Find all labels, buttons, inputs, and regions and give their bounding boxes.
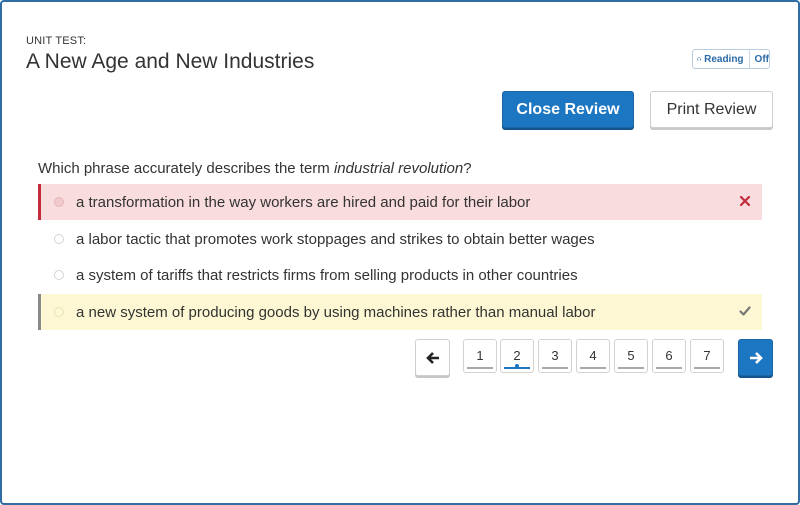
question-term: industrial revolution	[333, 160, 464, 177]
page-button-6[interactable]: 6	[652, 339, 686, 373]
answer-option-1[interactable]: a transformation in the way workers are …	[38, 184, 762, 220]
page-button-2[interactable]: 2	[500, 339, 534, 373]
answer-text: a transformation in the way workers are …	[76, 193, 531, 211]
test-review-panel: UNIT TEST: A New Age and New Industries …	[0, 0, 800, 505]
reading-label: Reading	[704, 53, 744, 65]
previous-question-button[interactable]	[415, 339, 450, 376]
unit-label: UNIT TEST:	[26, 35, 87, 47]
page-number: 3	[551, 347, 559, 363]
page-number: 7	[703, 347, 711, 363]
page-title: A New Age and New Industries	[26, 50, 315, 73]
close-review-button[interactable]: Close Review	[502, 91, 634, 128]
incorrect-x-icon	[739, 195, 751, 207]
correct-check-icon	[739, 306, 751, 316]
answer-option-2[interactable]: a labor tactic that promotes work stoppa…	[38, 221, 762, 257]
page-button-4[interactable]: 4	[576, 339, 610, 373]
radio-button[interactable]	[54, 307, 64, 317]
question-prefix: Which phrase accurately describes the te…	[38, 160, 334, 177]
arrow-left-icon	[425, 351, 439, 364]
radio-button[interactable]	[54, 234, 64, 244]
answer-text: a new system of producing goods by using…	[76, 303, 596, 321]
radio-button[interactable]	[54, 197, 64, 207]
radio-button[interactable]	[54, 270, 64, 280]
question-suffix: ?	[463, 160, 472, 177]
page-number: 2	[513, 347, 521, 363]
print-review-button[interactable]: Print Review	[650, 91, 773, 128]
page-number: 5	[627, 347, 635, 363]
page-number: 6	[665, 347, 673, 363]
page-number: 1	[476, 347, 484, 363]
answer-option-4[interactable]: a new system of producing goods by using…	[38, 294, 762, 330]
reading-state: Off	[748, 50, 769, 68]
answer-option-3[interactable]: a system of tariffs that restricts firms…	[38, 257, 762, 293]
reading-toggle[interactable]: Reading Off	[692, 49, 770, 69]
next-question-button[interactable]	[738, 339, 773, 376]
page-button-3[interactable]: 3	[538, 339, 572, 373]
page-button-1[interactable]: 1	[463, 339, 497, 373]
answer-text: a labor tactic that promotes work stoppa…	[76, 230, 595, 248]
page-button-5[interactable]: 5	[614, 339, 648, 373]
headphones-icon	[697, 57, 701, 61]
question-text: Which phrase accurately describes the te…	[38, 160, 472, 177]
page-number: 4	[589, 347, 597, 363]
answer-text: a system of tariffs that restricts firms…	[76, 266, 578, 284]
page-button-7[interactable]: 7	[690, 339, 724, 373]
current-page-indicator	[515, 364, 519, 368]
arrow-right-icon	[749, 351, 763, 364]
